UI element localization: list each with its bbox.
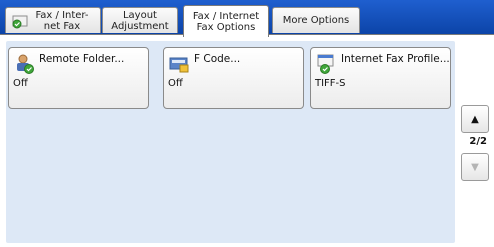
tab-more-options[interactable]: More Options xyxy=(272,7,360,33)
tab-fax-internet-fax[interactable]: Fax / Inter- net Fax xyxy=(5,7,101,33)
arrow-up-icon: ▲ xyxy=(471,113,479,125)
remote-folder-button[interactable]: Remote Folder... Off xyxy=(8,47,149,109)
f-code-icon xyxy=(169,57,189,73)
feature-value: TIFF-S xyxy=(315,78,346,89)
tab-fax-internet-fax-options[interactable]: Fax / Internet Fax Options xyxy=(183,5,269,37)
tab-label: Fax / Internet Fax Options xyxy=(192,10,260,33)
feature-value: Off xyxy=(168,78,183,89)
feature-title: Internet Fax Profile... xyxy=(341,53,450,65)
f-code-button[interactable]: F Code... Off xyxy=(163,47,304,109)
feature-value: Off xyxy=(13,78,28,89)
tab-label: More Options xyxy=(282,15,350,26)
feature-title: F Code... xyxy=(194,53,241,65)
page-indicator: 2/2 xyxy=(469,136,487,147)
tab-bar: Fax / Inter- net Fax Layout Adjustment F… xyxy=(0,0,494,37)
scroll-down-button[interactable]: ▼ xyxy=(461,153,489,181)
fax-home-icon xyxy=(12,15,28,29)
tab-layout-adjustment[interactable]: Layout Adjustment xyxy=(102,7,178,33)
remote-folder-icon xyxy=(17,54,34,74)
arrow-down-icon: ▼ xyxy=(471,161,479,173)
feature-panel: Remote Folder... Off F Code... Off Inter… xyxy=(6,41,455,243)
tab-label: Layout Adjustment xyxy=(111,9,169,32)
internet-fax-profile-icon xyxy=(317,54,334,74)
content-area: Remote Folder... Off F Code... Off Inter… xyxy=(0,34,494,247)
feature-title: Remote Folder... xyxy=(39,53,125,65)
tab-label: Fax / Inter- net Fax xyxy=(35,9,89,32)
internet-fax-profile-button[interactable]: Internet Fax Profile... TIFF-S xyxy=(310,47,451,109)
scroll-up-button[interactable]: ▲ xyxy=(461,105,489,133)
